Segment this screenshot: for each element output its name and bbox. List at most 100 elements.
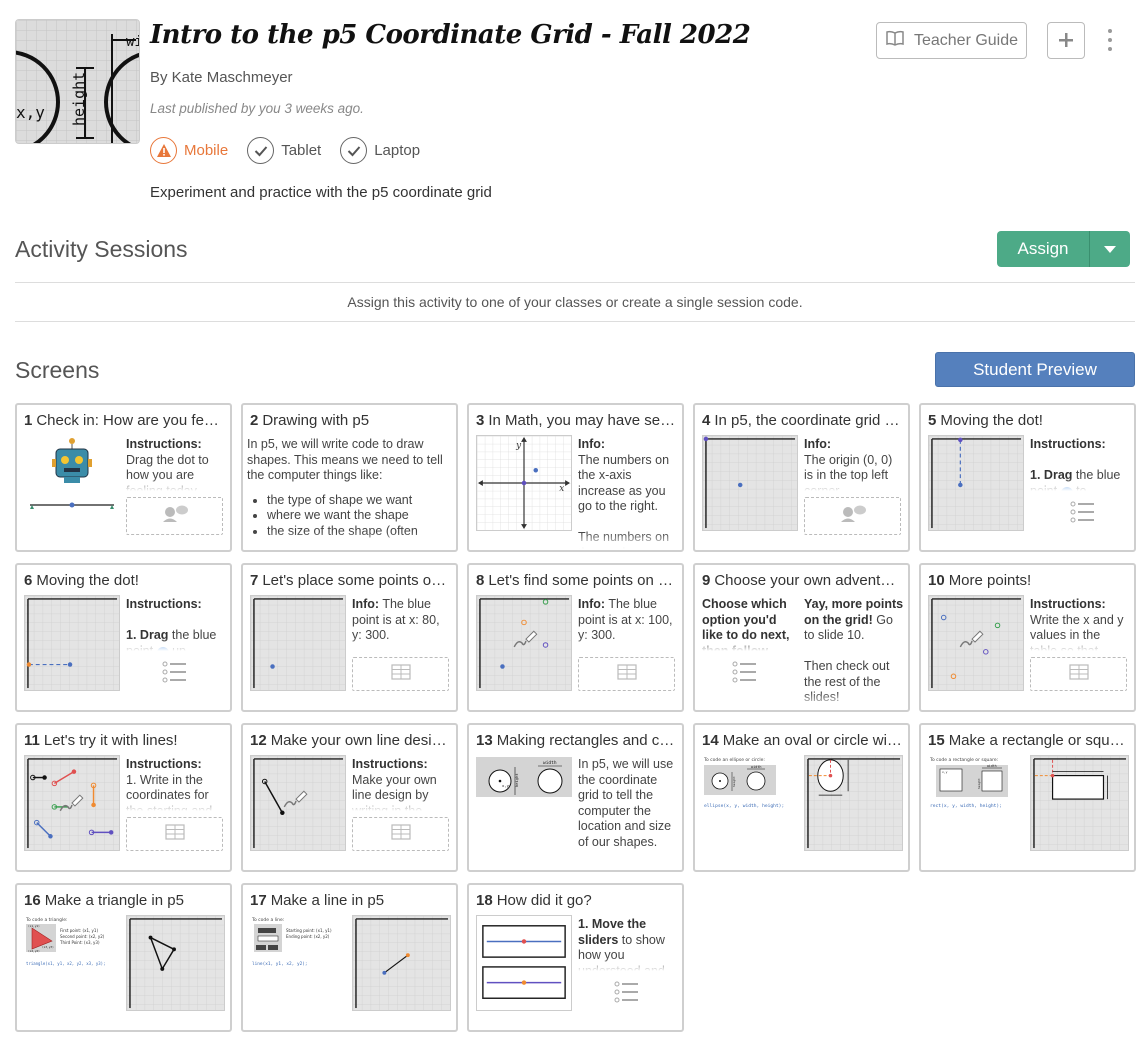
check-icon: [340, 137, 368, 164]
activity-sessions-heading: Activity Sessions: [15, 236, 188, 262]
screen-card-7[interactable]: 7Let's place some points on the grid Inf…: [241, 563, 458, 712]
screen-title: Let's find some points on the grid: [488, 572, 676, 589]
screen-title: Drawing with p5: [262, 412, 370, 429]
code-width-label: width: [751, 765, 762, 769]
table-icon: [164, 823, 185, 845]
screen-title: Make an oval or circle with p5: [722, 732, 902, 749]
thumbnail-width-label: wi: [126, 34, 140, 50]
screen-text: Info:: [578, 437, 606, 451]
add-button[interactable]: [1047, 22, 1085, 59]
triangle-point-1-label: (x1,y1): [28, 924, 40, 928]
assign-button[interactable]: Assign: [997, 231, 1090, 267]
sketch-response-placeholder: [804, 497, 901, 535]
check-icon: [247, 137, 275, 164]
screen-text: 1.: [126, 628, 137, 642]
screen-card-15[interactable]: 15Make a rectangle or square in p5 To co…: [919, 723, 1136, 872]
screen-number: 16: [24, 892, 41, 909]
screen-text: Instructions:: [126, 757, 202, 771]
code-line-1: First point: (x1, y1): [60, 928, 98, 933]
screen-card-12[interactable]: 12 Make your own line design! Instruction…: [241, 723, 458, 872]
more-options-button[interactable]: [1102, 27, 1118, 53]
activity-title: Intro to the p5 Coordinate Grid - Fall 2…: [150, 20, 751, 50]
author-byline: By Kate Maschmeyer: [150, 69, 293, 86]
student-preview-button[interactable]: Student Preview: [935, 352, 1135, 387]
line-code-image: To code a line: Starting point: (x1, y1)…: [250, 915, 346, 975]
published-status: Last published by you 3 weeks ago.: [150, 101, 364, 116]
screen-card-5[interactable]: 5 Moving the dot! Instructions: 1. Drag th…: [919, 403, 1136, 552]
screen-text: The numbers on the y-axis: [578, 530, 670, 549]
screen-number: 13: [476, 732, 493, 749]
screen-title: More points!: [948, 572, 1032, 589]
p5-grid-image: [928, 435, 1024, 531]
table-icon: [616, 663, 637, 685]
speech-bubbles-icon: [839, 504, 867, 529]
screen-number: 3: [476, 412, 485, 429]
list-placeholder: [730, 661, 760, 687]
screen-card-18[interactable]: 18 How did it go? 1. Move the sliders to …: [467, 883, 684, 1032]
screen-card-13[interactable]: 13 Making rectangles and circles x,y heig…: [467, 723, 684, 872]
code-caption: To code a rectangle or square:: [929, 757, 998, 763]
code-line-2: Second point: (x2, y2): [60, 934, 105, 939]
screen-text: Instructions:: [1030, 437, 1106, 451]
code-caption: To code a triangle:: [25, 917, 68, 923]
screen-title: Make a line in p5: [270, 892, 385, 909]
p5-grid-image: [352, 915, 451, 1011]
screen-number: 1: [24, 412, 33, 429]
device-compatibility: Mobile Tablet Laptop: [150, 137, 420, 164]
list-placeholder: [160, 661, 190, 687]
p5-grid-image: [250, 595, 346, 691]
ellipse-code-image: To code an ellipse or circle: height wid…: [702, 755, 798, 815]
screen-card-4[interactable]: 4In p5, the coordinate grid looks... Inf…: [693, 403, 910, 552]
robot-slider-image: [24, 435, 120, 531]
screen-card-6[interactable]: 6 Moving the dot! Instructions: 1. Drag th…: [15, 563, 232, 712]
screen-title: In p5, the coordinate grid looks...: [714, 412, 902, 429]
screen-card-3[interactable]: 3 In Math, you may have seen... x y Info:…: [467, 403, 684, 552]
axis-y-label: y: [515, 441, 522, 451]
table-placeholder: [126, 817, 223, 851]
screen-card-1[interactable]: 1 Check in: How are you feeling? Instruct…: [15, 403, 232, 552]
list-icon: [162, 661, 188, 688]
screen-card-14[interactable]: 14 Make an oval or circle with p5 To code…: [693, 723, 910, 872]
assign-dropdown-toggle[interactable]: [1090, 231, 1130, 267]
screen-text: Instructions:: [126, 437, 202, 451]
list-placeholder: [612, 981, 642, 1007]
table-icon: [1068, 663, 1089, 685]
code-width-label: width: [987, 764, 997, 768]
code-snippet: line(x1, y1, x2, y2);: [252, 961, 308, 967]
triangle-point-2-label: (x2,y2): [28, 949, 40, 953]
screen-number: 10: [928, 572, 945, 589]
device-laptop-label: Laptop: [374, 142, 421, 159]
screen-text: the type of shape we want: [267, 492, 413, 507]
screen-card-8[interactable]: 8Let's find some points on the grid Info…: [467, 563, 684, 712]
screen-card-11[interactable]: 11 Let's try it with lines! Instructions:…: [15, 723, 232, 872]
teacher-guide-button[interactable]: Teacher Guide: [876, 22, 1027, 59]
screen-text: 1.: [1030, 468, 1041, 482]
screen-title: Moving the dot!: [940, 412, 1043, 429]
screen-card-2[interactable]: 2 Drawing with p5 In p5, we will write co…: [241, 403, 458, 552]
screen-text: Drag: [139, 628, 169, 642]
screen-card-10[interactable]: 10 More points! Instructions: Write the x …: [919, 563, 1136, 712]
code-line-1: Starting point: (x1, y1): [286, 928, 332, 933]
screen-card-16[interactable]: 16 Make a triangle in p5 To code a triang…: [15, 883, 232, 1032]
code-snippet: triangle(x1, y1, x2, y2, x3, y3);: [26, 961, 105, 966]
screen-number: 5: [928, 412, 937, 429]
screen-title: Make a triangle in p5: [44, 892, 184, 909]
p5-grid-image: [24, 755, 120, 851]
screen-card-9[interactable]: 9 Choose your own adventure! Choose which…: [693, 563, 910, 712]
screen-text: to: [1076, 483, 1087, 492]
activity-description: Experiment and practice with the p5 coor…: [150, 184, 492, 201]
screen-number: 18: [476, 892, 493, 909]
code-height-label: height: [977, 778, 981, 789]
screen-text: up: [172, 643, 186, 652]
screen-text: 1. Write in the coordinates for the star…: [126, 772, 213, 812]
screen-card-17[interactable]: 17 Make a line in p5 To code a line: Star…: [241, 883, 458, 1032]
p5-grid-image: [24, 595, 120, 691]
kebab-icon: [1108, 29, 1112, 34]
screen-text: The origin (0, 0) is in the top left cor…: [804, 452, 893, 492]
screen-number: 12: [250, 732, 267, 749]
screen-number: 8: [476, 572, 485, 589]
screen-title: Check in: How are you feeling?: [36, 412, 224, 429]
code-snippet: rect(x, y, width, height);: [930, 803, 1002, 809]
axis-x-label: x: [559, 484, 564, 494]
p5-grid-image: [126, 915, 225, 1011]
